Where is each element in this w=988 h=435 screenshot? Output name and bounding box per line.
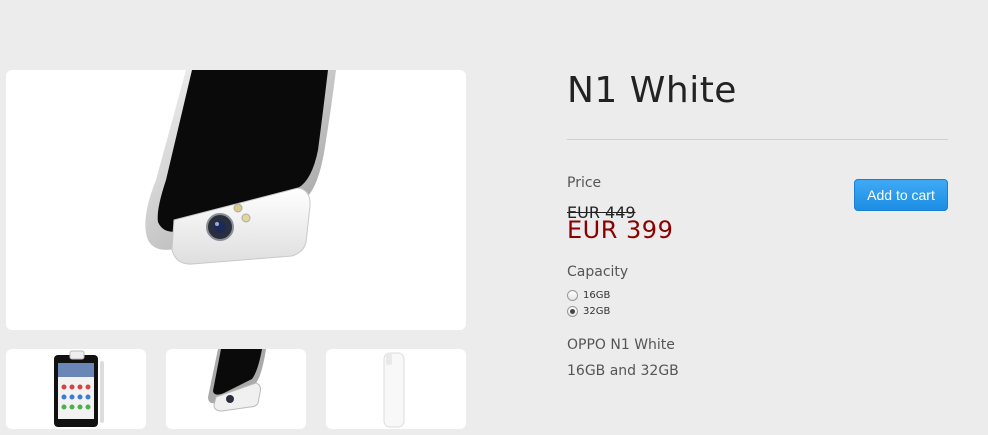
capacity-option-32gb[interactable]: 32GB	[567, 306, 610, 317]
radio-16gb[interactable]	[567, 290, 578, 301]
radio-32gb[interactable]	[567, 306, 578, 317]
sale-price: EUR 399	[567, 216, 674, 244]
capacity-option-16gb[interactable]: 16GB	[567, 290, 610, 301]
product-page: N1 White Price EUR 449 EUR 399 Add to ca…	[0, 0, 988, 435]
add-to-cart-button[interactable]: Add to cart	[854, 179, 948, 211]
thumbnail-side-view[interactable]	[326, 349, 466, 429]
product-description-line: OPPO N1 White	[567, 337, 675, 353]
product-title: N1 White	[567, 70, 737, 111]
product-description-line: 16GB and 32GB	[567, 363, 679, 379]
capacity-option-label: 16GB	[583, 290, 611, 301]
thumbnail-front-view[interactable]	[6, 349, 146, 429]
phone-front-icon	[54, 350, 104, 427]
capacity-option-label: 32GB	[583, 306, 611, 317]
capacity-label: Capacity	[567, 264, 629, 280]
phone-camera-icon	[208, 349, 266, 412]
thumbnail-camera-closeup[interactable]	[166, 349, 306, 429]
title-divider	[567, 139, 948, 140]
main-product-image	[6, 70, 466, 330]
price-label: Price	[567, 175, 602, 191]
phone-side-icon	[383, 352, 405, 428]
phone-image	[145, 70, 336, 265]
